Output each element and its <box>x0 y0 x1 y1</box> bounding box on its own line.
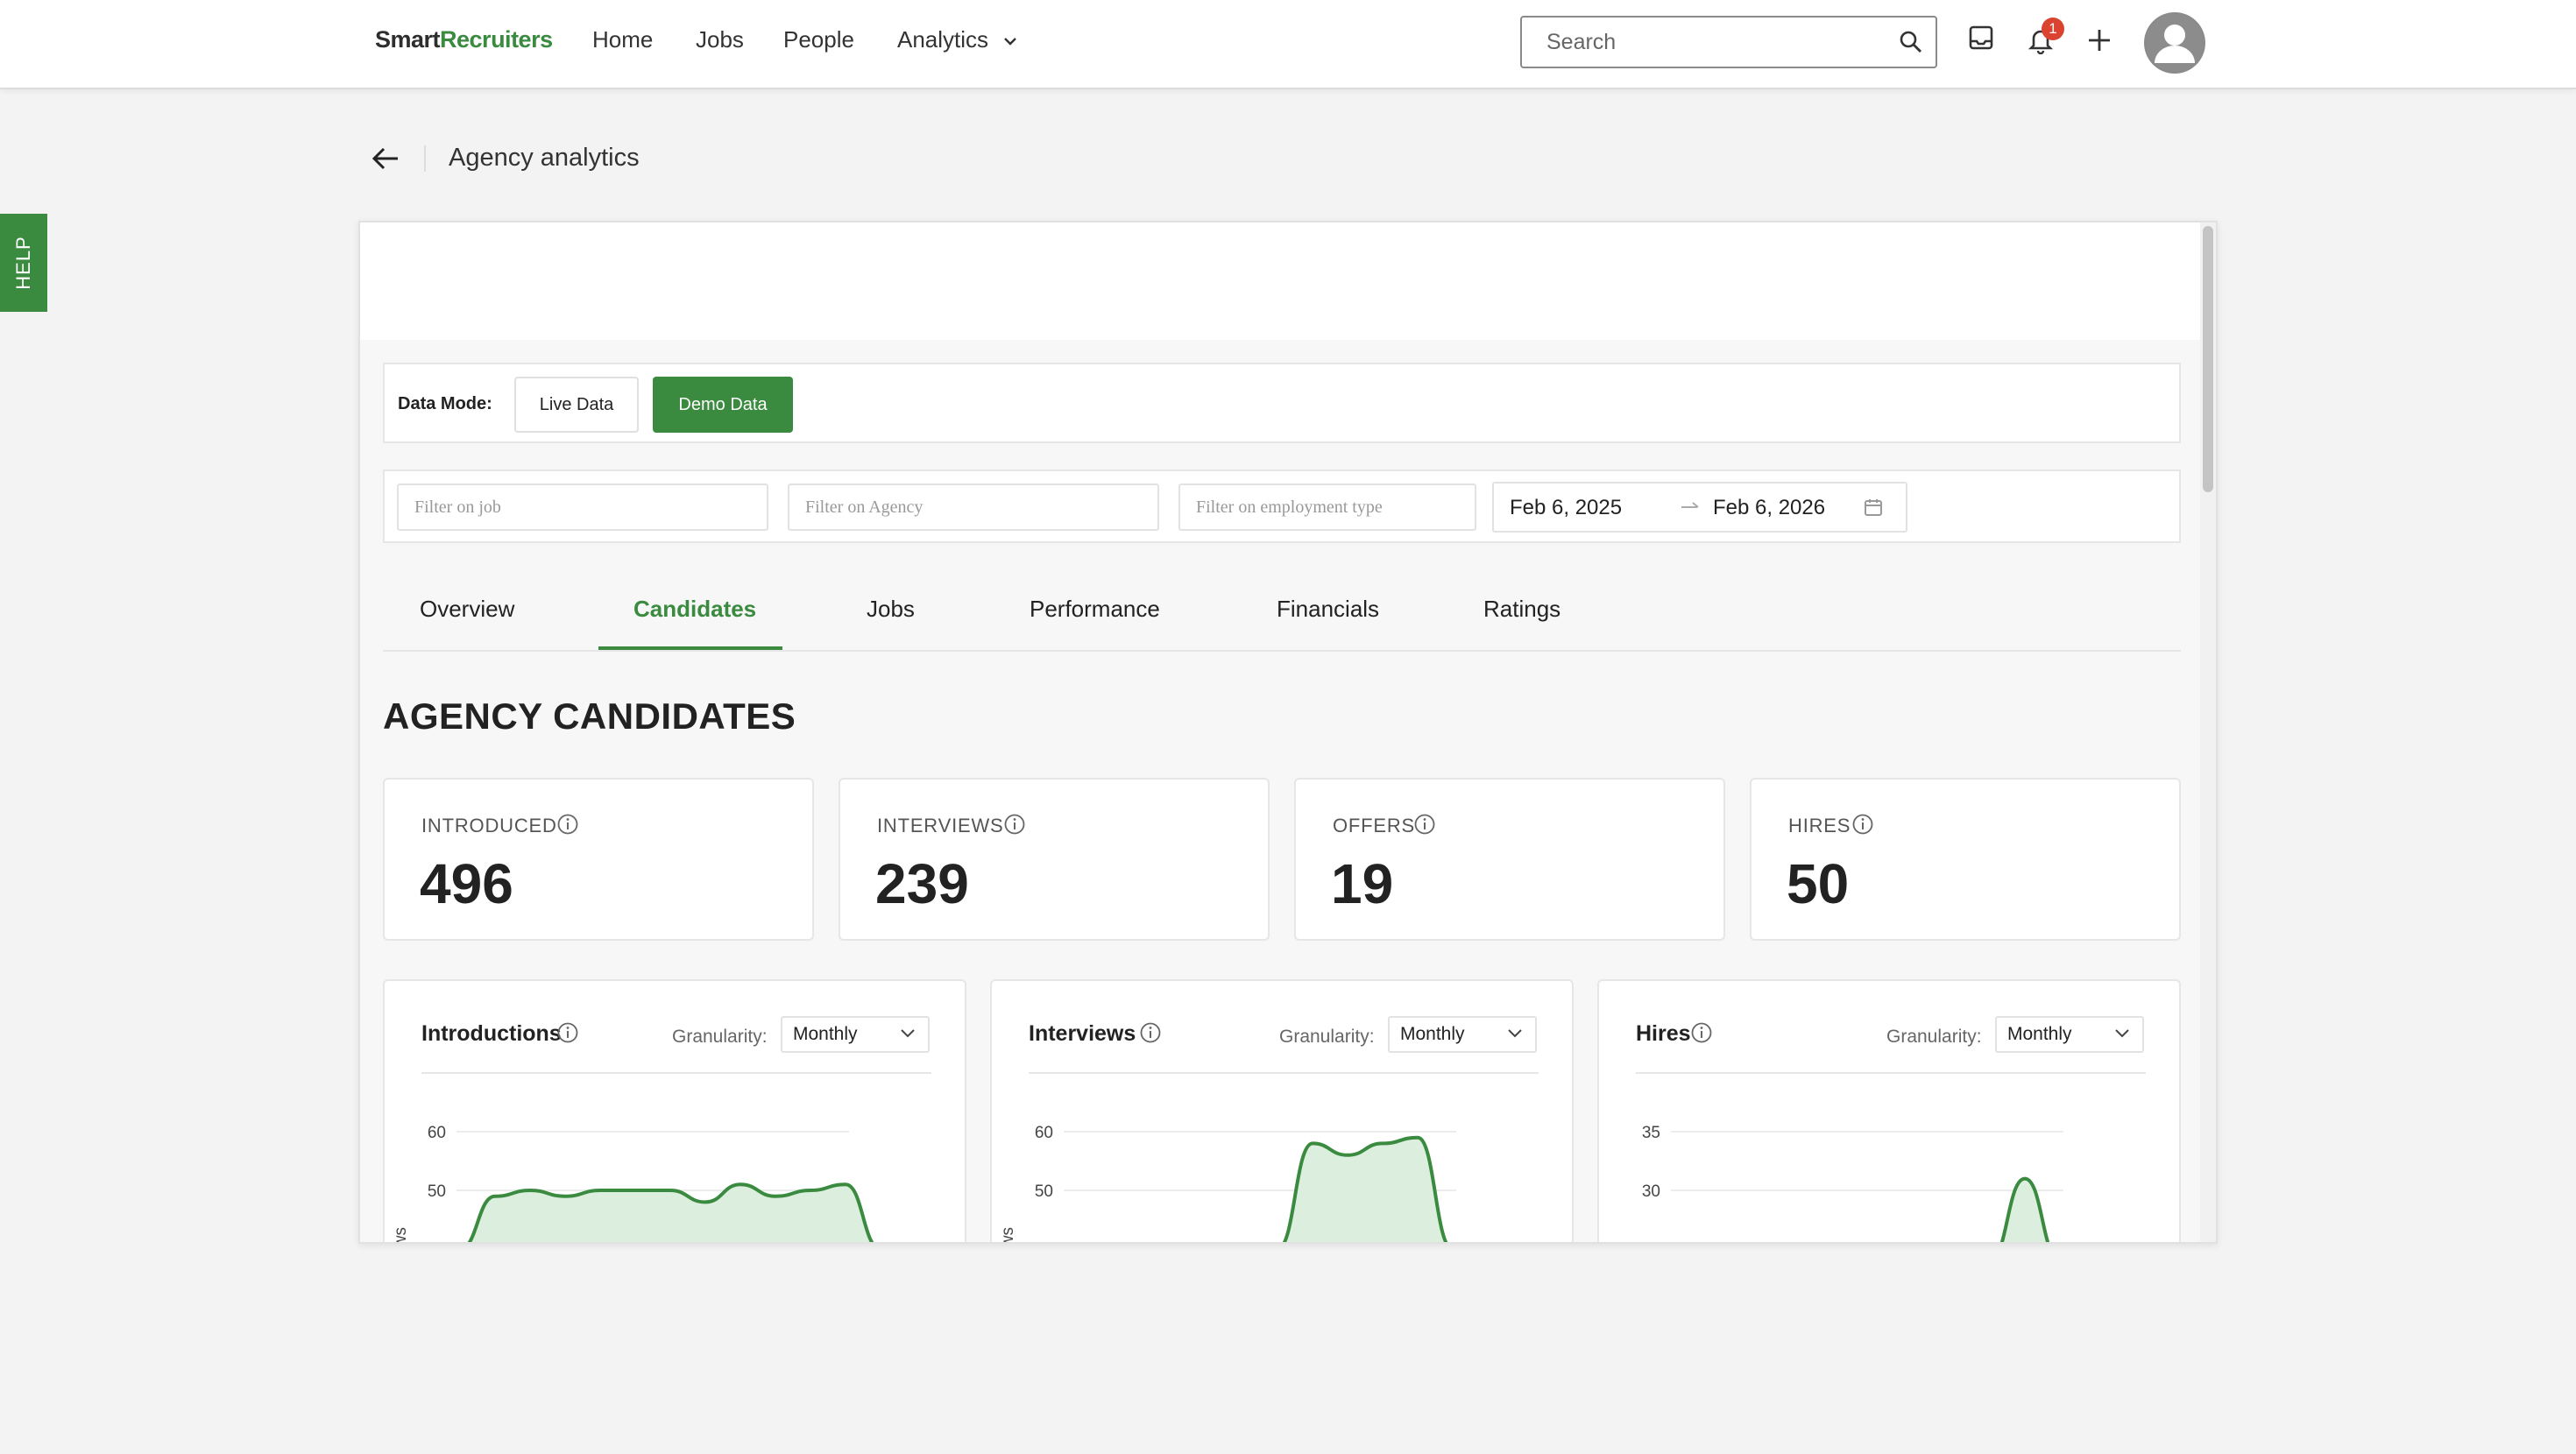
y-tick-label: 50 <box>428 1182 446 1201</box>
chevron-down-icon <box>1004 38 1017 46</box>
y-axis-label: iews <box>392 1227 410 1244</box>
analytics-tabs: Overview Candidates Jobs Performance Fin… <box>383 571 2181 652</box>
y-tick-label: 40 <box>1035 1241 1053 1244</box>
y-tick-label: 40 <box>428 1241 446 1244</box>
y-tick-label: 30 <box>1642 1182 1660 1201</box>
stat-label: OFFERS <box>1333 815 1416 836</box>
logo-part2: Recruiters <box>440 26 553 53</box>
info-icon[interactable] <box>1003 813 1026 836</box>
hires-chart-card: Hires Granularity: Monthly 35 30 25 <box>1597 979 2181 1244</box>
scrollbar-thumb[interactable] <box>2203 226 2213 492</box>
panel-header-area <box>360 222 2204 340</box>
interviews-plot: 60 50 40 iews <box>999 1124 1456 1244</box>
tab-candidates[interactable]: Candidates <box>633 596 756 623</box>
job-filter-input[interactable]: Filter on job <box>397 483 768 531</box>
introductions-chart-card: Introductions Granularity: Monthly 60 50 4… <box>383 979 966 1244</box>
stat-label: HIRES <box>1788 815 1851 836</box>
y-tick-label: 35 <box>1642 1124 1660 1142</box>
stat-label: INTRODUCED <box>421 815 557 836</box>
calendar-icon[interactable] <box>1864 498 1883 517</box>
nav-people-link[interactable]: People <box>783 26 854 53</box>
help-label: HELP <box>12 236 34 290</box>
tab-jobs[interactable]: Jobs <box>867 596 915 623</box>
introductions-plot: 60 50 40 iews <box>392 1124 874 1244</box>
header-divider <box>424 145 426 172</box>
plus-icon[interactable] <box>2087 28 2112 53</box>
info-icon[interactable] <box>556 813 579 836</box>
inbox-icon[interactable] <box>1968 25 1994 51</box>
search-icon[interactable] <box>1899 30 1923 54</box>
y-tick-label: 50 <box>1035 1182 1053 1201</box>
panel-scrollbar[interactable] <box>2200 222 2216 1242</box>
filter-bar: Filter on job Filter on Agency Filter on… <box>383 469 2181 543</box>
data-mode-label: Data Mode: <box>398 394 492 413</box>
stat-value: 19 <box>1331 852 1394 915</box>
series-area <box>2001 1178 2049 1242</box>
stat-value: 239 <box>875 852 969 915</box>
nav-analytics-menu[interactable]: Analytics <box>897 26 1017 53</box>
nav-analytics-label: Analytics <box>897 26 989 53</box>
employment-type-filter-input[interactable]: Filter on employment type <box>1178 483 1476 531</box>
top-navigation: SmartRecruiters Home Jobs People Analyti… <box>0 0 2576 89</box>
arrow-right-icon <box>1681 502 1699 508</box>
smartrecruiters-logo[interactable]: SmartRecruiters <box>375 26 553 53</box>
avatar-icon <box>2146 14 2204 72</box>
interviews-chart-card: Interviews Granularity: Monthly 60 50 40 ie… <box>990 979 1574 1244</box>
nav-jobs-link[interactable]: Jobs <box>696 26 744 53</box>
series-area <box>469 1184 873 1242</box>
agency-filter-input[interactable]: Filter on Agency <box>788 483 1159 531</box>
date-range-picker[interactable]: Feb 6, 2025 Feb 6, 2026 <box>1492 482 1907 533</box>
data-mode-bar: Data Mode: Live Data Demo Data <box>383 363 2181 443</box>
y-tick-label: 60 <box>428 1124 446 1142</box>
y-tick-label: 60 <box>1035 1124 1053 1142</box>
stat-card-interviews: INTERVIEWS 239 <box>839 778 1270 941</box>
analytics-panel: Data Mode: Live Data Demo Data Filter on… <box>358 221 2218 1244</box>
back-arrow-icon[interactable] <box>372 145 400 172</box>
stat-card-hires: HIRES 50 <box>1750 778 2181 941</box>
search-input[interactable] <box>1524 19 1874 65</box>
section-title: AGENCY CANDIDATES <box>383 695 796 737</box>
stat-card-introduced: INTRODUCED 496 <box>383 778 814 941</box>
nav-home-link[interactable]: Home <box>592 26 653 53</box>
info-icon[interactable] <box>1851 813 1874 836</box>
date-end[interactable]: Feb 6, 2026 <box>1713 496 1825 520</box>
info-icon[interactable] <box>1413 813 1436 836</box>
y-axis-label: iews <box>999 1227 1017 1244</box>
demo-data-button[interactable]: Demo Data <box>653 377 793 433</box>
notification-badge: 1 <box>2042 18 2064 40</box>
stat-value: 50 <box>1787 852 1850 915</box>
y-tick-label: 25 <box>1642 1241 1660 1244</box>
stat-card-offers: OFFERS 19 <box>1294 778 1725 941</box>
stat-value: 496 <box>420 852 513 915</box>
stat-label: INTERVIEWS <box>877 815 1004 836</box>
tab-overview[interactable]: Overview <box>420 596 514 623</box>
hires-plot: 35 30 25 <box>1642 1124 2063 1244</box>
tab-financials[interactable]: Financials <box>1277 596 1379 623</box>
page-title: Agency analytics <box>449 144 640 172</box>
tab-ratings[interactable]: Ratings <box>1483 596 1560 623</box>
date-start[interactable]: Feb 6, 2025 <box>1510 496 1622 520</box>
logo-part1: Smart <box>375 26 441 53</box>
active-tab-indicator <box>598 646 782 650</box>
live-data-button[interactable]: Live Data <box>514 377 639 433</box>
help-tab[interactable]: HELP <box>0 214 47 312</box>
avatar[interactable] <box>2144 12 2205 74</box>
global-search <box>1520 16 1937 68</box>
tab-performance[interactable]: Performance <box>1030 596 1160 623</box>
